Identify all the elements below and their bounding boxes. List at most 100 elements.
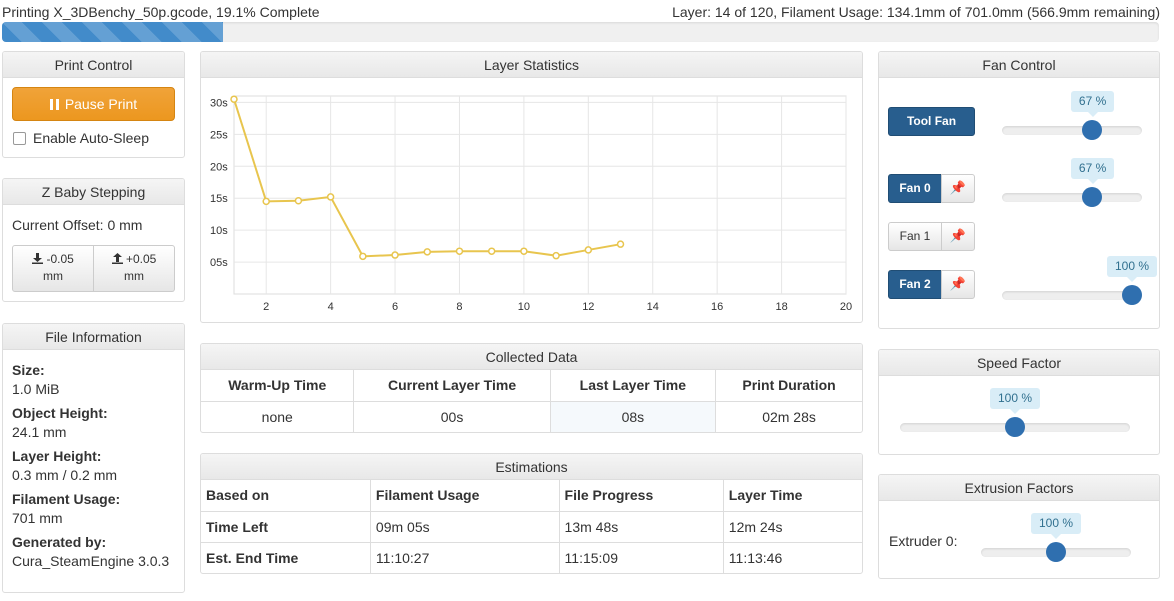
fan-2-slider[interactable]: 100 % (1002, 256, 1158, 305)
fan-0-label: Fan 0 (899, 181, 931, 195)
chart-data-point (230, 95, 238, 103)
collected-data-panel: Collected Data Warm-Up Time Current Laye… (200, 343, 863, 433)
speed-factor-slider-handle[interactable] (1005, 417, 1025, 437)
fan-2-button[interactable]: Fan 2 (888, 270, 942, 299)
end-time-layer: 11:13:46 (728, 549, 783, 566)
chart-x-tick-label: 2 (263, 301, 269, 313)
speed-factor-slider[interactable]: 100 % (900, 388, 1130, 437)
speed-factor-title: Speed Factor (879, 350, 1159, 376)
chart-data-point (584, 246, 593, 254)
tool-fan-slider-handle[interactable] (1082, 120, 1103, 140)
speed-factor-value: 100 % (998, 391, 1033, 405)
fan-0-pin-button[interactable]: 📌 (941, 174, 975, 203)
end-time-file: 11:15:09 (559, 542, 724, 573)
tool-fan-slider[interactable]: 67 % (1002, 91, 1142, 140)
tool-fan-label: Tool Fan (906, 114, 957, 128)
layer-stats-title: Layer Statistics (201, 52, 862, 78)
time-left-file: 13m 48s (559, 511, 724, 543)
file-size-value: 1.0 MiB (12, 381, 60, 397)
end-time-filament: 11:10:27 (370, 542, 560, 573)
baby-step-down-unit: mm (43, 269, 63, 283)
warmup-time-value: none (201, 401, 355, 432)
fan-2-label: Fan 2 (899, 277, 931, 291)
table-row: Est. End Time 11:10:27 11:15:09 11:13:46 (201, 542, 862, 573)
upload-icon (111, 253, 123, 264)
pause-print-button[interactable]: Pause Print (12, 87, 175, 121)
extruder-0-slider[interactable]: 100 % (981, 513, 1131, 562)
chart-x-tick-label: 14 (647, 301, 659, 313)
object-height-value: 24.1 mm (12, 424, 67, 440)
extruder-0-slider-handle[interactable] (1046, 542, 1066, 562)
file-progress-header: File Progress (559, 480, 724, 512)
chart-data-point (359, 252, 367, 261)
auto-sleep-label: Enable Auto-Sleep (33, 130, 149, 146)
fan-0-slider-handle[interactable] (1082, 187, 1103, 207)
chart-plot-area (233, 95, 847, 295)
extruder-0-value: 100 % (1039, 516, 1074, 530)
print-progress-bar (2, 22, 1159, 42)
print-control-panel: Print Control Pause Print Enable Auto-Sl… (2, 51, 185, 158)
collected-data-table: Warm-Up Time Current Layer Time Last Lay… (201, 370, 862, 432)
chart-y-tick-label: 20s (210, 161, 228, 173)
print-control-title: Print Control (3, 52, 184, 78)
extrusion-factors-panel: Extrusion Factors Extruder 0: 100 % (878, 474, 1160, 579)
chart-x-tick-label: 10 (518, 301, 530, 313)
chart-x-tick-label: 16 (711, 301, 723, 313)
print-progress-fill (2, 22, 223, 42)
fan-0-value-tooltip: 67 % (1070, 158, 1115, 184)
layer-filament-status: Layer: 14 of 120, Filament Usage: 134.1m… (672, 4, 1160, 20)
layer-height-value: 0.3 mm / 0.2 mm (12, 467, 118, 483)
collected-data-title: Collected Data (201, 344, 862, 370)
fan-2-value-tooltip: 100 % (1107, 256, 1158, 282)
baby-step-down-label: -0.05 (46, 252, 74, 266)
time-left-layer: 12m 24s (723, 511, 862, 543)
estimations-title: Estimations (201, 454, 862, 480)
chart-y-tick-label: 10s (210, 225, 228, 237)
chart-data-point (391, 251, 399, 259)
status-bar: Printing X_3DBenchy_50p.gcode, 19.1% Com… (0, 0, 1174, 24)
file-info-panel: File Information Size: 1.0 MiB Object He… (2, 323, 185, 593)
baby-stepping-title: Z Baby Stepping (3, 179, 184, 205)
fan-1-pin-button[interactable]: 📌 (941, 222, 975, 251)
object-height-label: Object Height: (12, 405, 108, 421)
layer-stats-panel: Layer Statistics 2 4 6 8 10 12 14 16 18 20 05s 10s 1… (200, 51, 863, 323)
baby-step-down-button[interactable]: -0.05 mm (12, 245, 94, 292)
auto-sleep-checkbox[interactable] (13, 132, 26, 145)
fan-0-button[interactable]: Fan 0 (888, 174, 942, 203)
auto-sleep-row: Enable Auto-Sleep (13, 130, 149, 146)
file-info-title: File Information (3, 324, 184, 350)
fan-0-slider[interactable]: 67 % (1002, 158, 1142, 207)
fan-control-title: Fan Control (879, 52, 1159, 78)
time-left-label: Time Left (201, 511, 371, 543)
fan-2-pin-button[interactable]: 📌 (941, 270, 975, 299)
download-icon (32, 253, 44, 264)
fan-1-label: Fan 1 (899, 229, 931, 243)
estimations-panel: Estimations Based on Filament Usage File… (200, 453, 863, 574)
estimations-table: Based on Filament Usage File Progress La… (201, 480, 862, 573)
chart-data-point (326, 193, 335, 201)
filament-usage-value: 701 mm (12, 510, 63, 526)
chart-y-tick-label: 25s (210, 129, 228, 141)
file-size-label: Size: (12, 362, 45, 378)
last-layer-time-value: 08s (550, 401, 717, 432)
extruder-0-value-tooltip: 100 % (1031, 513, 1082, 539)
chart-data-point (455, 247, 464, 255)
extruder-0-label: Extruder 0: (889, 533, 958, 549)
chart-data-point (423, 248, 432, 256)
generated-by-value: Cura_SteamEngine 3.0.3 (12, 553, 170, 569)
chart-x-tick-label: 8 (456, 301, 462, 313)
tool-fan-button[interactable]: Tool Fan (888, 107, 975, 136)
layer-time-header: Layer Time (723, 480, 862, 512)
current-layer-time-header: Current Layer Time (353, 370, 551, 402)
fan-2-slider-handle[interactable] (1122, 285, 1142, 305)
chart-y-tick-label: 15s (210, 193, 228, 205)
fan-1-button[interactable]: Fan 1 (888, 222, 942, 251)
baby-step-up-button[interactable]: +0.05 mm (94, 245, 175, 292)
warmup-time-header: Warm-Up Time (201, 370, 355, 402)
chart-data-point (616, 240, 625, 248)
end-time-label: Est. End Time (201, 542, 371, 573)
chart-data-point (294, 196, 303, 205)
filament-usage-header: Filament Usage (370, 480, 560, 512)
speed-factor-panel: Speed Factor 100 % (878, 349, 1160, 455)
pin-icon: 📌 (949, 180, 967, 195)
